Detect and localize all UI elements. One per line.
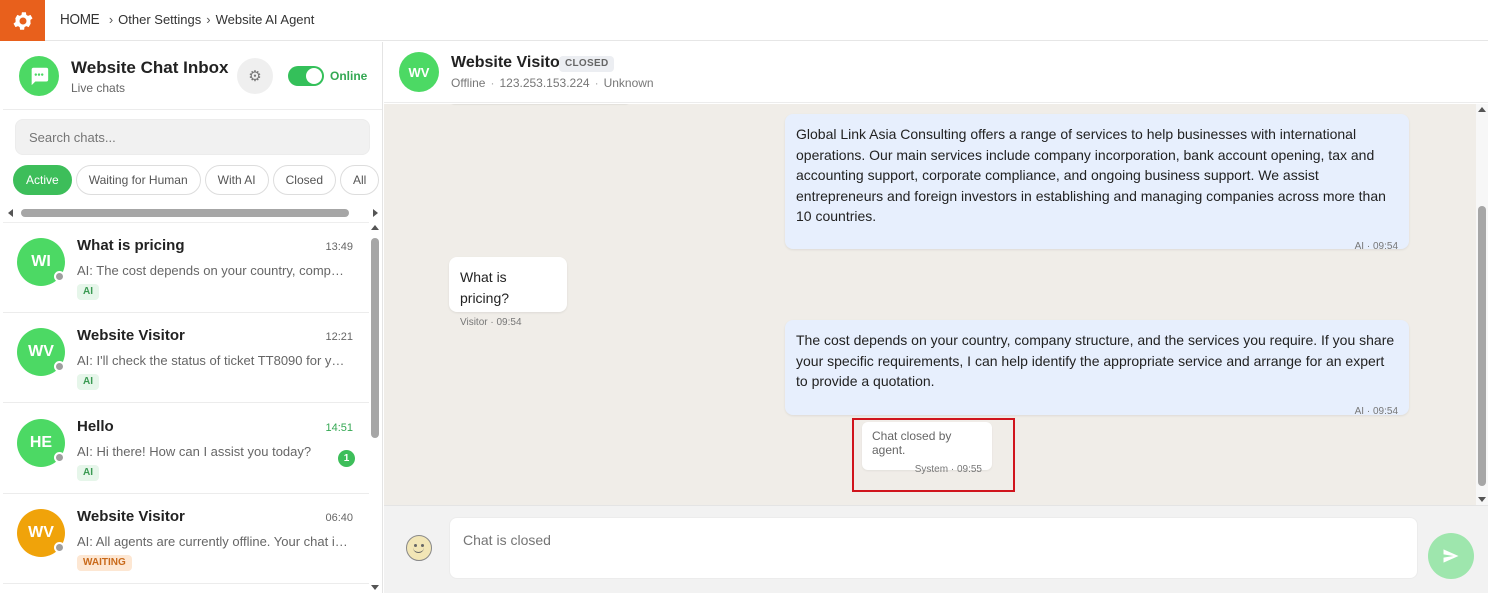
filter-with-ai[interactable]: With AI <box>204 165 269 195</box>
chat-title: What is pricing <box>77 237 185 254</box>
message-composer <box>384 505 1488 593</box>
online-toggle[interactable] <box>288 66 324 86</box>
conversation-panel: WV Website Visitor CLOSED Offline · 123.25… <box>384 42 1488 593</box>
gear-icon[interactable] <box>0 0 45 41</box>
unread-count-badge: 1 <box>338 450 355 467</box>
chat-list-item[interactable]: WV Website Visitor 06:40 AI: All agents … <box>3 494 369 584</box>
online-status-label: Online <box>330 69 368 83</box>
status-badge: WAITING <box>77 555 132 571</box>
presence-dot <box>54 542 65 553</box>
chat-bubble-icon <box>19 56 59 96</box>
top-bar: HOME › Other Settings › Website AI Agent <box>0 0 1488 41</box>
presence-dot <box>54 452 65 463</box>
inbox-title: Website Chat Inbox <box>71 58 229 77</box>
visitor-location: Unknown <box>603 76 654 90</box>
meta-separator: · <box>594 76 599 90</box>
message-thread: Global Link Asia Consulting offers a ran… <box>384 104 1488 505</box>
send-icon[interactable] <box>1428 533 1474 579</box>
chat-title: Website Visitor <box>77 327 185 344</box>
filter-chips: Active Waiting for Human With AI Closed All <box>13 165 379 197</box>
chat-preview: AI: Hi there! How can I assist you today… <box>77 444 312 459</box>
chat-preview: AI: The cost depends on your country, co… <box>77 263 349 278</box>
chat-preview: AI: All agents are currently offline. Yo… <box>77 534 349 549</box>
horizontal-scrollbar[interactable] <box>7 207 379 219</box>
chat-time: 14:51 <box>325 422 353 434</box>
chat-preview: AI: I'll check the status of ticket TT80… <box>77 353 349 368</box>
message-text: The cost depends on your country, compan… <box>796 332 1395 389</box>
meta-separator: · <box>490 76 495 90</box>
visitor-message-bubble: What is pricing? Visitor · 09:54 <box>449 257 567 328</box>
message-input[interactable] <box>449 517 1418 579</box>
scrollbar-thumb[interactable] <box>1478 206 1486 486</box>
message-meta: Visitor · 09:54 <box>460 317 522 328</box>
inbox-header: Website Chat Inbox Live chats ⚙ Online <box>3 42 382 110</box>
status-badge: AI <box>77 284 99 300</box>
filter-closed[interactable]: Closed <box>272 165 336 195</box>
breadcrumb-home[interactable]: HOME <box>60 11 100 28</box>
search-input[interactable] <box>15 119 370 155</box>
breadcrumb-separator: › <box>108 12 114 27</box>
message-text: What is pricing? <box>460 269 510 306</box>
breadcrumb-website-ai-agent: Website AI Agent <box>215 12 315 27</box>
breadcrumb-separator: › <box>206 12 211 27</box>
gear-icon-graphic <box>13 11 32 30</box>
visitor-ip: 123.253.153.224 <box>499 76 590 90</box>
message-scrollbar[interactable] <box>1476 104 1488 505</box>
scroll-left-icon[interactable] <box>8 209 13 217</box>
status-badge: CLOSED <box>559 56 615 72</box>
chat-title: Website Visitor <box>77 508 185 525</box>
status-badge: AI <box>77 374 99 390</box>
chat-title: Hello <box>77 418 114 435</box>
scrollbar-thumb[interactable] <box>371 238 379 438</box>
conversation-header: WV Website Visitor CLOSED Offline · 123.25… <box>384 42 1488 103</box>
filter-waiting-for-human[interactable]: Waiting for Human <box>75 165 201 195</box>
scrollbar-thumb[interactable] <box>21 209 349 217</box>
filter-all[interactable]: All <box>340 165 379 195</box>
chat-list: WI What is pricing 13:49 AI: The cost de… <box>3 222 369 593</box>
message-meta: AI · 09:54 <box>1354 240 1398 252</box>
ai-message-bubble: Global Link Asia Consulting offers a ran… <box>785 114 1409 252</box>
chat-time: 06:40 <box>325 512 353 524</box>
message-text: Global Link Asia Consulting offers a ran… <box>796 126 1386 224</box>
send-icon-graphic <box>1443 549 1459 563</box>
chat-time: 12:21 <box>325 331 353 343</box>
chat-list-item[interactable]: WI What is pricing 13:49 AI: The cost de… <box>3 223 369 313</box>
scroll-down-icon[interactable] <box>371 585 379 590</box>
presence-dot <box>54 271 65 282</box>
chat-bubble-icon-graphic <box>31 67 49 86</box>
scroll-up-icon[interactable] <box>1478 107 1486 112</box>
highlight-box <box>852 418 1015 492</box>
scroll-up-icon[interactable] <box>371 225 379 230</box>
emoji-mouth <box>413 547 424 553</box>
breadcrumb: HOME › Other Settings › Website AI Agent <box>60 11 314 28</box>
visitor-name: Website Visitor <box>451 54 566 71</box>
visitor-meta: Offline · 123.253.153.224 · Unknown <box>451 76 654 90</box>
inbox-subtitle: Live chats <box>71 81 126 95</box>
chat-list-scrollbar[interactable] <box>369 222 381 593</box>
status-badge: AI <box>77 465 99 481</box>
breadcrumb-other-settings[interactable]: Other Settings <box>118 12 201 27</box>
chat-list-item[interactable]: WV Website Visitor 12:21 AI: I'll check … <box>3 313 369 403</box>
scroll-right-icon[interactable] <box>373 209 378 217</box>
settings-icon[interactable]: ⚙ <box>237 58 273 94</box>
chat-time: 13:49 <box>325 241 353 253</box>
avatar: WV <box>399 52 439 92</box>
ai-message-bubble: The cost depends on your country, compan… <box>785 320 1409 417</box>
chat-inbox-panel: Website Chat Inbox Live chats ⚙ Online A… <box>3 42 383 593</box>
filter-active[interactable]: Active <box>13 165 72 195</box>
chat-list-item[interactable]: HE Hello 14:51 AI: Hi there! How can I a… <box>3 404 369 494</box>
presence-dot <box>54 361 65 372</box>
emoji-icon[interactable] <box>406 535 432 561</box>
scroll-down-icon[interactable] <box>1478 497 1486 502</box>
presence-label: Offline <box>451 76 486 90</box>
